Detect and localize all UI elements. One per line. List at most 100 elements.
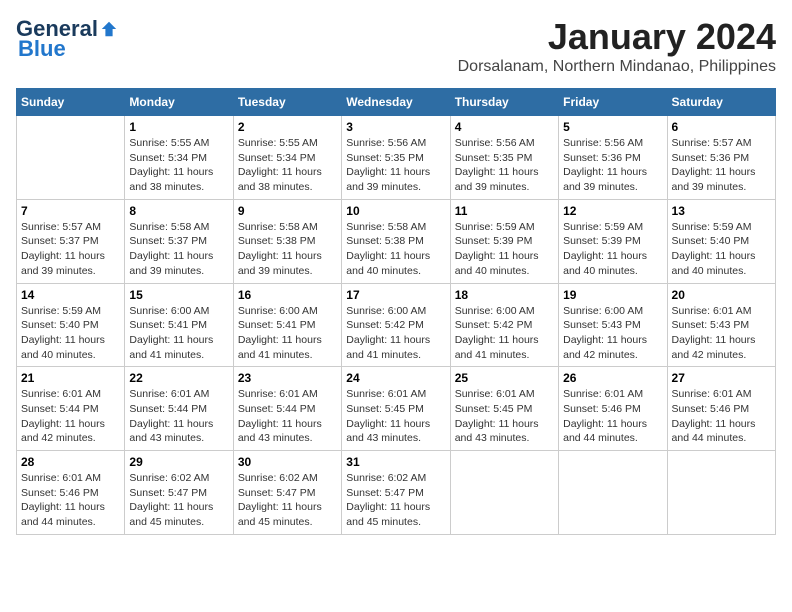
day-info: Sunrise: 6:02 AM Sunset: 5:47 PM Dayligh… (238, 471, 337, 530)
calendar-cell: 26 Sunrise: 6:01 AM Sunset: 5:46 PM Dayli… (559, 367, 667, 451)
calendar-cell: 22Sunrise: 6:01 AM Sunset: 5:44 PM Dayli… (125, 367, 233, 451)
calendar-cell: 27 Sunrise: 6:01 AM Sunset: 5:46 PM Dayli… (667, 367, 775, 451)
calendar-cell: 9 Sunrise: 5:58 AM Sunset: 5:38 PM Daylig… (233, 199, 341, 283)
calendar-cell: 19Sunrise: 6:00 AM Sunset: 5:43 PM Dayli… (559, 283, 667, 367)
day-info: Sunrise: 6:01 AM Sunset: 5:44 PM Dayligh… (238, 387, 337, 446)
day-info: Sunrise: 5:58 AM Sunset: 5:38 PM Dayligh… (346, 220, 445, 279)
weekday-header: Friday (559, 89, 667, 116)
calendar-week-row: 1 Sunrise: 5:55 AM Sunset: 5:34 PM Daylig… (17, 116, 776, 200)
day-info: Sunrise: 6:01 AM Sunset: 5:46 PM Dayligh… (672, 387, 771, 446)
day-number: 12 (563, 204, 662, 218)
day-info: Sunrise: 5:58 AM Sunset: 5:37 PM Dayligh… (129, 220, 228, 279)
day-info: Sunrise: 6:02 AM Sunset: 5:47 PM Dayligh… (129, 471, 228, 530)
day-info: Sunrise: 6:01 AM Sunset: 5:46 PM Dayligh… (563, 387, 662, 446)
day-info: Sunrise: 6:01 AM Sunset: 5:45 PM Dayligh… (455, 387, 554, 446)
day-info: Sunrise: 5:58 AM Sunset: 5:38 PM Dayligh… (238, 220, 337, 279)
day-info: Sunrise: 5:56 AM Sunset: 5:36 PM Dayligh… (563, 136, 662, 195)
calendar-cell: 31 Sunrise: 6:02 AM Sunset: 5:47 PM Dayli… (342, 451, 450, 535)
calendar-cell: 14Sunrise: 5:59 AM Sunset: 5:40 PM Dayli… (17, 283, 125, 367)
calendar-title: January 2024 (458, 16, 776, 58)
day-number: 27 (672, 371, 771, 385)
calendar-subtitle: Dorsalanam, Northern Mindanao, Philippin… (458, 58, 776, 76)
calendar-cell: 1Sunrise: 5:55 AM Sunset: 5:34 PM Daylig… (125, 116, 233, 200)
day-info: Sunrise: 5:55 AM Sunset: 5:34 PM Dayligh… (238, 136, 337, 195)
day-number: 6 (672, 120, 771, 134)
weekday-header: Wednesday (342, 89, 450, 116)
calendar-week-row: 7 Sunrise: 5:57 AM Sunset: 5:37 PM Daylig… (17, 199, 776, 283)
calendar-cell: 21 Sunrise: 6:01 AM Sunset: 5:44 PM Dayli… (17, 367, 125, 451)
calendar-cell: 4 Sunrise: 5:56 AM Sunset: 5:35 PM Daylig… (450, 116, 558, 200)
day-info: Sunrise: 6:01 AM Sunset: 5:44 PM Dayligh… (129, 387, 228, 446)
day-number: 11 (455, 204, 554, 218)
logo-blue: Blue (18, 36, 66, 62)
calendar-cell: 16 Sunrise: 6:00 AM Sunset: 5:41 PM Dayli… (233, 283, 341, 367)
day-info: Sunrise: 6:00 AM Sunset: 5:42 PM Dayligh… (455, 304, 554, 363)
day-number: 16 (238, 288, 337, 302)
calendar-cell: 25 Sunrise: 6:01 AM Sunset: 5:45 PM Dayli… (450, 367, 558, 451)
day-number: 25 (455, 371, 554, 385)
day-number: 1 (129, 120, 228, 134)
day-number: 8 (129, 204, 228, 218)
day-info: Sunrise: 6:01 AM Sunset: 5:44 PM Dayligh… (21, 387, 120, 446)
calendar-week-row: 28Sunrise: 6:01 AM Sunset: 5:46 PM Dayli… (17, 451, 776, 535)
day-number: 31 (346, 455, 445, 469)
weekday-header: Tuesday (233, 89, 341, 116)
calendar-cell: 11 Sunrise: 5:59 AM Sunset: 5:39 PM Dayli… (450, 199, 558, 283)
calendar-cell: 24 Sunrise: 6:01 AM Sunset: 5:45 PM Dayli… (342, 367, 450, 451)
day-number: 10 (346, 204, 445, 218)
calendar-cell (559, 451, 667, 535)
day-number: 9 (238, 204, 337, 218)
day-number: 23 (238, 371, 337, 385)
calendar-cell (667, 451, 775, 535)
day-number: 17 (346, 288, 445, 302)
day-info: Sunrise: 6:01 AM Sunset: 5:45 PM Dayligh… (346, 387, 445, 446)
weekday-header: Sunday (17, 89, 125, 116)
day-number: 26 (563, 371, 662, 385)
calendar-cell: 23 Sunrise: 6:01 AM Sunset: 5:44 PM Dayli… (233, 367, 341, 451)
page-header: General Blue January 2024 Dorsalanam, No… (16, 16, 776, 76)
day-number: 20 (672, 288, 771, 302)
calendar-cell: 30 Sunrise: 6:02 AM Sunset: 5:47 PM Dayli… (233, 451, 341, 535)
day-info: Sunrise: 6:00 AM Sunset: 5:41 PM Dayligh… (238, 304, 337, 363)
calendar-cell: 10 Sunrise: 5:58 AM Sunset: 5:38 PM Dayli… (342, 199, 450, 283)
day-number: 24 (346, 371, 445, 385)
calendar-cell: 2 Sunrise: 5:55 AM Sunset: 5:34 PM Daylig… (233, 116, 341, 200)
day-number: 7 (21, 204, 120, 218)
calendar-cell: 3Sunrise: 5:56 AM Sunset: 5:35 PM Daylig… (342, 116, 450, 200)
weekday-header: Saturday (667, 89, 775, 116)
day-number: 15 (129, 288, 228, 302)
title-block: January 2024 Dorsalanam, Northern Mindan… (458, 16, 776, 76)
day-number: 30 (238, 455, 337, 469)
calendar-cell: 29 Sunrise: 6:02 AM Sunset: 5:47 PM Dayli… (125, 451, 233, 535)
calendar-cell (450, 451, 558, 535)
day-number: 4 (455, 120, 554, 134)
logo-icon (100, 20, 118, 38)
calendar-cell: 7 Sunrise: 5:57 AM Sunset: 5:37 PM Daylig… (17, 199, 125, 283)
day-number: 21 (21, 371, 120, 385)
day-info: Sunrise: 5:59 AM Sunset: 5:39 PM Dayligh… (455, 220, 554, 279)
day-number: 5 (563, 120, 662, 134)
calendar-cell: 17 Sunrise: 6:00 AM Sunset: 5:42 PM Dayli… (342, 283, 450, 367)
day-number: 2 (238, 120, 337, 134)
calendar-cell: 12 Sunrise: 5:59 AM Sunset: 5:39 PM Dayli… (559, 199, 667, 283)
weekday-header: Monday (125, 89, 233, 116)
day-info: Sunrise: 5:56 AM Sunset: 5:35 PM Dayligh… (455, 136, 554, 195)
weekday-header: Thursday (450, 89, 558, 116)
day-number: 28 (21, 455, 120, 469)
calendar-cell: 20Sunrise: 6:01 AM Sunset: 5:43 PM Dayli… (667, 283, 775, 367)
day-info: Sunrise: 5:57 AM Sunset: 5:37 PM Dayligh… (21, 220, 120, 279)
day-info: Sunrise: 5:56 AM Sunset: 5:35 PM Dayligh… (346, 136, 445, 195)
calendar-cell (17, 116, 125, 200)
day-number: 13 (672, 204, 771, 218)
calendar-week-row: 14Sunrise: 5:59 AM Sunset: 5:40 PM Dayli… (17, 283, 776, 367)
day-number: 29 (129, 455, 228, 469)
day-info: Sunrise: 6:00 AM Sunset: 5:43 PM Dayligh… (563, 304, 662, 363)
day-info: Sunrise: 6:00 AM Sunset: 5:41 PM Dayligh… (129, 304, 228, 363)
day-info: Sunrise: 5:57 AM Sunset: 5:36 PM Dayligh… (672, 136, 771, 195)
calendar-table: SundayMondayTuesdayWednesdayThursdayFrid… (16, 88, 776, 535)
day-info: Sunrise: 5:59 AM Sunset: 5:39 PM Dayligh… (563, 220, 662, 279)
day-info: Sunrise: 6:00 AM Sunset: 5:42 PM Dayligh… (346, 304, 445, 363)
day-number: 14 (21, 288, 120, 302)
logo: General Blue (16, 16, 118, 62)
day-info: Sunrise: 6:02 AM Sunset: 5:47 PM Dayligh… (346, 471, 445, 530)
